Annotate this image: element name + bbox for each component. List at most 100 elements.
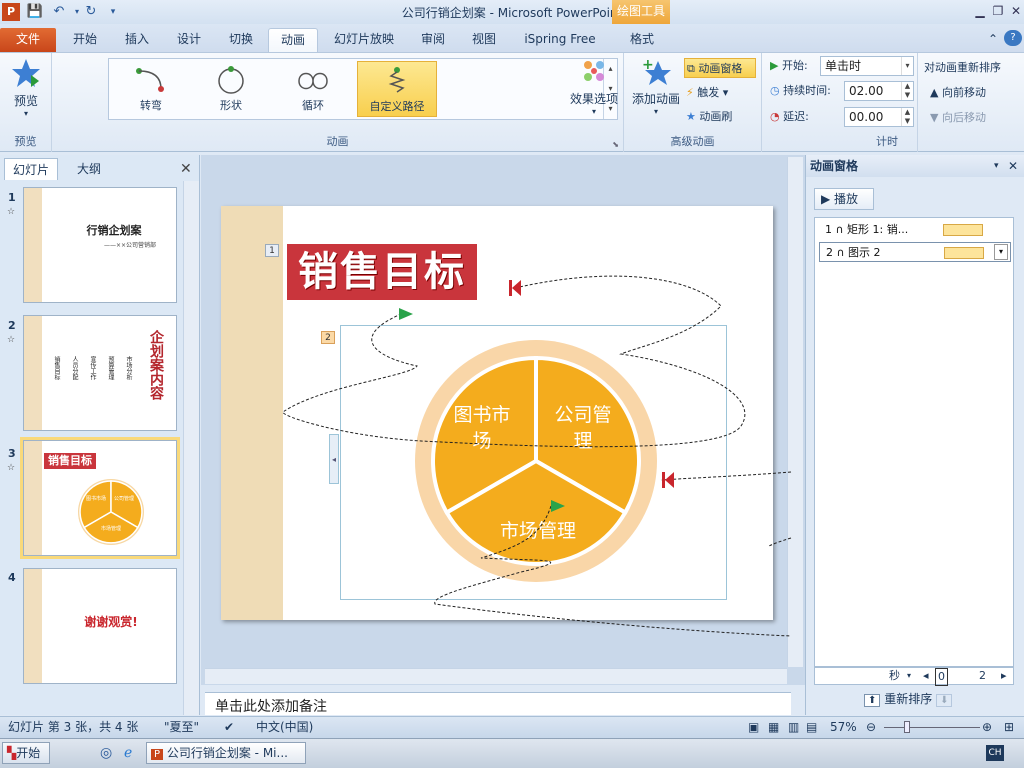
delay-spinner[interactable]: 00.00 ▲ ▼: [844, 107, 914, 127]
title-bar: P 💾 ↶ ▾ ↻ ▾ 公司行销企划案 - Microsoft PowerPoi…: [0, 0, 1024, 24]
close-icon[interactable]: ✕: [1006, 3, 1024, 19]
thumb2-title: 企划案内容: [148, 330, 164, 400]
animation-painter-button[interactable]: ★ 动画刷: [686, 107, 732, 127]
advanced-group-label: 高级动画: [670, 135, 715, 148]
sec-dropdown-icon[interactable]: ▾: [907, 668, 911, 684]
timeline-right-icon[interactable]: ▸: [1001, 668, 1007, 684]
move-earlier-button[interactable]: ▲ 向前移动: [930, 83, 986, 103]
notes-pane[interactable]: 单击此处添加备注: [205, 692, 791, 715]
animation-item-2[interactable]: 2 ∩ 图示 2 ▾: [819, 242, 1011, 262]
add-animation-label: 添加动画: [631, 92, 680, 106]
reorder-down-icon[interactable]: ⬇: [936, 694, 953, 707]
thumb2-col: 人员分配: [71, 356, 78, 380]
slides-scrollbar[interactable]: [183, 181, 199, 715]
reorder-row: ⬆ 重新排序 ⬇: [864, 689, 1024, 709]
pane-menu-icon[interactable]: ▾: [994, 155, 999, 177]
animation-pane-button[interactable]: ⧉ 动画窗格: [684, 58, 756, 78]
slide-info: 幻灯片 第 3 张，共 4 张: [8, 720, 139, 734]
start-label: ▶ 开始:: [770, 59, 808, 72]
status-bar: 幻灯片 第 3 张，共 4 张 "夏至" ✔ 中文(中国) ▣ ▦ ▥ ▤ 57…: [0, 716, 1024, 738]
motion-paths[interactable]: [221, 206, 792, 637]
taskbar-app-button[interactable]: P 公司行销企划案 - Mi...: [146, 742, 306, 764]
zoom-in-icon[interactable]: ⊕: [982, 717, 992, 738]
slide-thumb-4[interactable]: 谢谢观赏!: [23, 568, 177, 684]
animation-item-1[interactable]: 1 ∩ 矩形 1: 销...: [819, 220, 1011, 240]
animation-launcher-icon[interactable]: ⬊: [612, 140, 619, 149]
thumb-star-icon: ☆: [7, 207, 16, 217]
thumb3-cycle-icon: [78, 479, 144, 545]
fit-window-icon[interactable]: ⊞: [1004, 717, 1014, 738]
item-dropdown-icon[interactable]: ▾: [994, 244, 1008, 260]
theme-name: "夏至": [164, 720, 200, 734]
gallery-custom-path[interactable]: 自定义路径: [357, 61, 437, 117]
zoom-out-icon[interactable]: ⊖: [866, 717, 876, 738]
zoom-level[interactable]: 57%: [830, 717, 857, 738]
reading-view-icon[interactable]: ▥: [788, 717, 799, 738]
play-label: 播放: [834, 192, 859, 206]
slide-thumb-2[interactable]: 销售目标 人员分配 宣传工作 预算管理 市场分析 企划案内容: [23, 315, 177, 431]
slide-horizontal-scrollbar[interactable]: [205, 668, 787, 684]
gallery-loops[interactable]: 循环: [275, 61, 351, 117]
tab-file[interactable]: 文件: [0, 28, 56, 52]
preview-button[interactable]: 预览 ▾: [8, 57, 44, 118]
slide-thumb-1[interactable]: 行销企划案 ——××公司营销部: [23, 187, 177, 303]
explorer-icon[interactable]: ◎: [100, 745, 112, 761]
ime-indicator[interactable]: CH: [986, 745, 1004, 761]
tab-view[interactable]: 视图: [460, 28, 508, 52]
tab-outline[interactable]: 大纲: [62, 158, 116, 180]
duration-spinner[interactable]: 02.00 ▲ ▼: [844, 81, 914, 101]
thumb2-col: 市场分析: [125, 356, 132, 380]
tab-slideshow[interactable]: 幻灯片放映: [322, 28, 406, 52]
thumb-number-2: 2: [8, 319, 16, 332]
help-icon[interactable]: ?: [1004, 30, 1022, 46]
tab-design[interactable]: 设计: [164, 28, 214, 52]
tab-home[interactable]: 开始: [60, 28, 110, 52]
thumb-number-3: 3: [8, 447, 16, 460]
trigger-button[interactable]: ⚡ 触发 ▾: [686, 83, 728, 103]
group-preview: 预览 ▾ 预览: [0, 53, 52, 152]
move-later-button[interactable]: ▼ 向后移动: [930, 108, 986, 128]
zoom-slider[interactable]: [884, 727, 980, 728]
ie-icon[interactable]: ℯ: [124, 745, 132, 761]
tab-transitions[interactable]: 切换: [216, 28, 266, 52]
trigger-label: 触发: [697, 86, 720, 99]
gallery-turns[interactable]: 转弯: [113, 61, 189, 117]
spellcheck-icon[interactable]: ✔: [224, 717, 234, 738]
tab-animations[interactable]: 动画: [268, 28, 318, 52]
play-button[interactable]: ▶ 播放: [814, 188, 874, 210]
duration-value: 02.00: [849, 84, 884, 98]
tab-insert[interactable]: 插入: [112, 28, 162, 52]
preview-star-icon: [12, 59, 40, 87]
add-animation-button[interactable]: + 添加动画 ▾: [628, 57, 684, 119]
reorder-up-icon[interactable]: ⬆: [864, 694, 881, 707]
close-panel-icon[interactable]: ✕: [180, 161, 192, 177]
slide-vertical-scrollbar[interactable]: [787, 157, 803, 667]
thumb1-sub: ——××公司营销部: [104, 242, 157, 249]
start-select[interactable]: 单击时 ▾: [820, 56, 914, 76]
scale-0: 0: [935, 668, 948, 686]
taskbar-app-label: 公司行销企划案 - Mi...: [166, 746, 288, 760]
thumb2-col: 预算管理: [107, 356, 114, 380]
collapse-ribbon-icon[interactable]: ⌃: [984, 28, 1002, 52]
restore-icon[interactable]: ❐: [988, 3, 1008, 19]
start-button[interactable]: ▚开始: [2, 742, 50, 764]
gallery-shapes[interactable]: 形状: [193, 61, 269, 117]
tab-review[interactable]: 审阅: [410, 28, 456, 52]
pane-close-icon[interactable]: ✕: [1008, 155, 1018, 177]
sorter-view-icon[interactable]: ▦: [768, 717, 779, 738]
slideshow-view-icon[interactable]: ▤: [806, 717, 817, 738]
tab-ispring[interactable]: iSpring Free: [514, 28, 606, 52]
zoom-slider-thumb[interactable]: [904, 721, 910, 733]
slide-thumb-3[interactable]: 销售目标 图书市场 公司管理 市场管理: [23, 440, 177, 556]
tab-format[interactable]: 格式: [616, 28, 668, 52]
timeline-left-icon[interactable]: ◂: [923, 668, 929, 684]
tab-slides[interactable]: 幻灯片: [4, 158, 58, 180]
reorder-label: 重新排序: [884, 692, 933, 706]
animation-painter-icon: ★: [686, 110, 696, 123]
animation-pane-title: 动画窗格: [810, 159, 859, 173]
normal-view-icon[interactable]: ▣: [748, 717, 759, 738]
effect-options-button[interactable]: 效果选项 ▾: [566, 57, 622, 119]
custom-path-icon: [388, 67, 406, 93]
minimize-icon[interactable]: ▁: [970, 3, 990, 19]
gallery-turns-label: 转弯: [140, 99, 162, 112]
